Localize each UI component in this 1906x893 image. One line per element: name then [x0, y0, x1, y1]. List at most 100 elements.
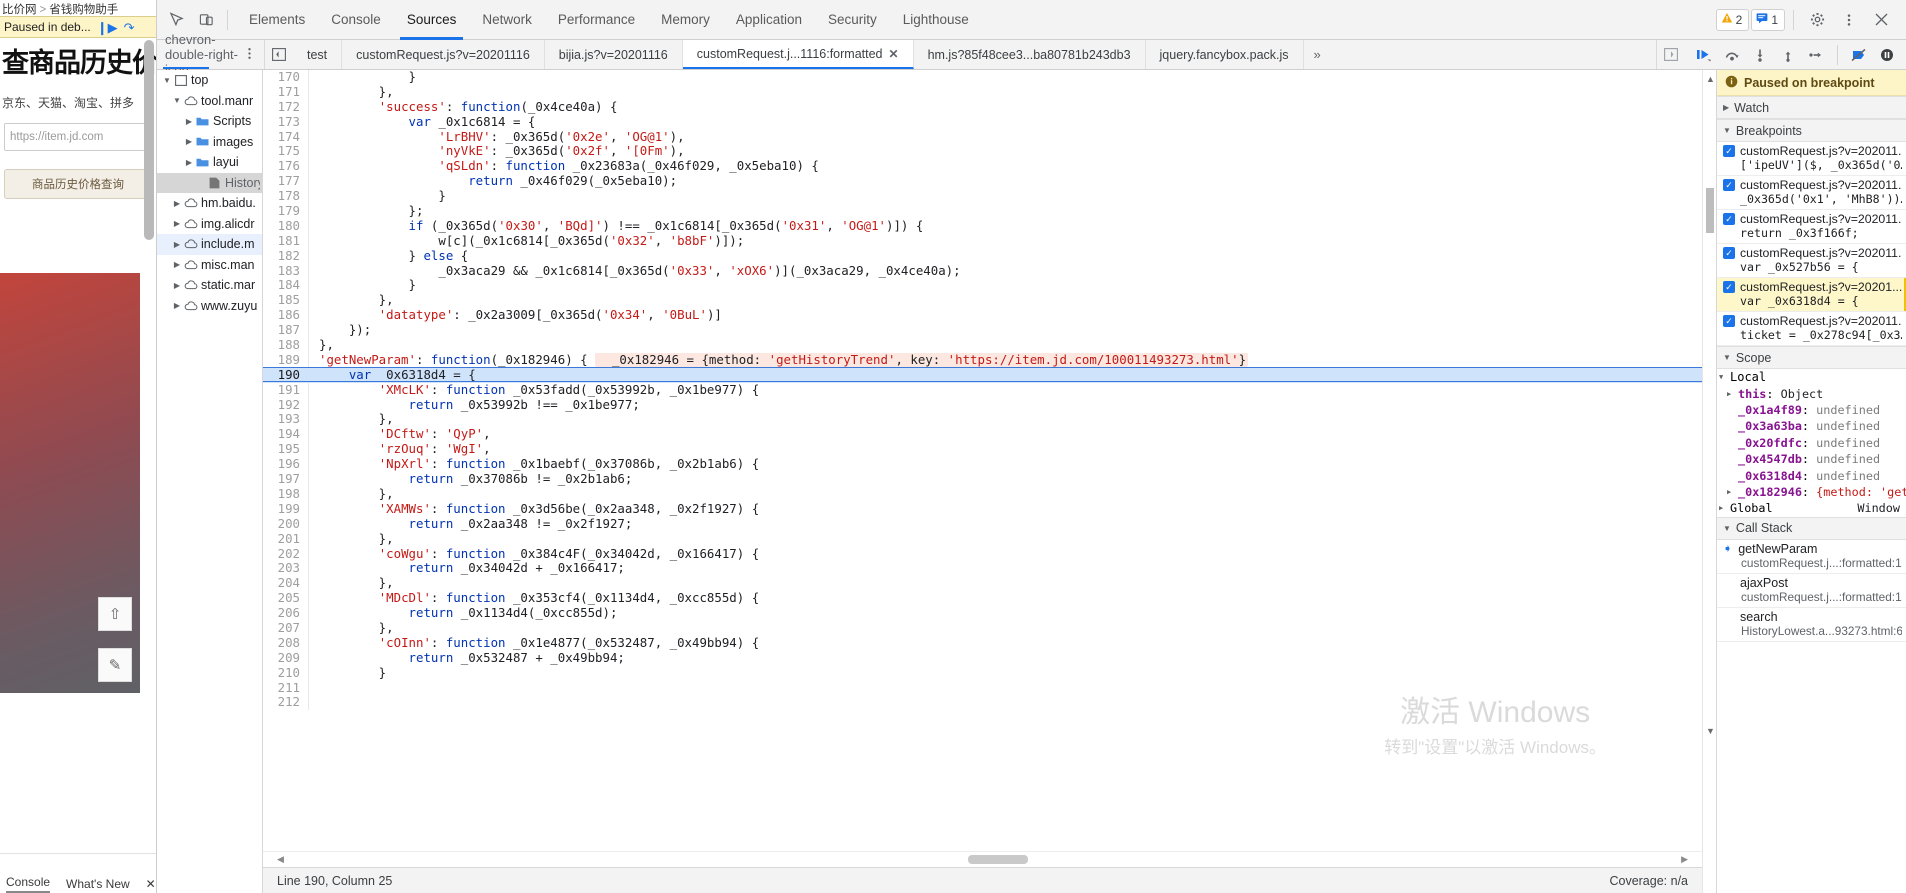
tree-item-static-mar[interactable]: ▶ static.mar — [157, 275, 262, 296]
scope-variable-row[interactable]: _0x6318d4: undefined — [1717, 467, 1906, 483]
line-number[interactable]: 187 — [263, 322, 309, 339]
tree-item-include-m[interactable]: ▶ include.m — [157, 234, 262, 255]
line-number[interactable]: 181 — [263, 233, 309, 249]
code-line[interactable]: 211 — [263, 680, 1702, 696]
tab-lighthouse[interactable]: Lighthouse — [890, 0, 982, 40]
code-line[interactable]: 202 'coWgu': function _0x384c4F(_0x34042… — [263, 546, 1702, 562]
file-tab-customrequest-formatted[interactable]: customRequest.j...1116:formatted ✕ — [682, 40, 914, 69]
line-number[interactable]: 195 — [263, 441, 309, 458]
line-number[interactable]: 186 — [263, 307, 309, 324]
tab-console[interactable]: Console — [318, 0, 394, 40]
scope-variable-row[interactable]: _0x20fdfc: undefined — [1717, 435, 1906, 451]
scope-variable-row[interactable]: _0x4547db: undefined — [1717, 451, 1906, 467]
line-number[interactable]: 179 — [263, 203, 309, 219]
line-content[interactable]: }; — [309, 204, 1702, 219]
call-stack-frame[interactable]: ➧ getNewParam customRequest.j...:formatted… — [1717, 540, 1906, 574]
line-number[interactable]: 175 — [263, 144, 309, 160]
file-navigator-tree[interactable]: ▼ top ▼ tool.manr ▶ Scripts ▶ images ▶ l… — [157, 70, 263, 893]
file-tab-bijia[interactable]: bijia.js?v=20201116 — [545, 40, 683, 69]
chevron-right-icon[interactable]: ▶ — [1719, 504, 1730, 512]
code-line[interactable]: 180 if (_0x365d('0x30', 'BQd]') !== _0x1… — [263, 218, 1702, 234]
breakpoint-item[interactable]: ✓ customRequest.js?v=20201... var _0x6318d… — [1717, 278, 1906, 312]
line-number[interactable]: 189 — [263, 352, 309, 368]
tree-item-top[interactable]: ▼ top — [157, 70, 262, 91]
line-content[interactable]: }, — [309, 293, 1702, 308]
toggle-debugger-sidebar-icon[interactable] — [1657, 48, 1685, 61]
code-line[interactable]: 210 } — [263, 665, 1702, 681]
line-content[interactable]: 'nyVkE': _0x365d('0x2f', '[0Fm'), — [309, 144, 1702, 159]
code-line[interactable]: 173 var _0x1c6814 = { — [263, 114, 1702, 130]
line-number[interactable]: 171 — [263, 84, 309, 100]
line-content[interactable]: }, — [309, 532, 1702, 547]
line-content[interactable]: return _0x2aa348 != _0x2f1927; — [309, 517, 1702, 532]
line-number[interactable]: 188 — [263, 337, 309, 353]
line-content[interactable]: _0x3aca29 && _0x1c6814[_0x365d('0x33', '… — [309, 264, 1702, 279]
breakpoint-item[interactable]: ✓ customRequest.js?v=202011... ['ipeUV']($… — [1717, 142, 1906, 176]
line-content[interactable]: } — [309, 70, 1702, 85]
tab-memory[interactable]: Memory — [648, 0, 723, 40]
line-content[interactable]: 'rzOuq': 'WgI', — [309, 442, 1702, 457]
tree-item-images[interactable]: ▶ images — [157, 132, 262, 153]
line-content[interactable]: 'qSLdn': function _0x23683a(_0x46f029, _… — [309, 159, 1702, 174]
call-stack-frame[interactable]: ajaxPost customRequest.j...:formatted:150 — [1717, 574, 1906, 608]
tree-item-layui[interactable]: ▶ layui — [157, 152, 262, 173]
line-number[interactable]: 203 — [263, 560, 309, 577]
resume-script-execution-icon[interactable] — [1691, 43, 1717, 67]
step-into-next-function-call-icon[interactable] — [1747, 43, 1773, 67]
line-number[interactable]: 197 — [263, 471, 309, 487]
device-toolbar-icon[interactable] — [191, 6, 221, 34]
file-tabs-overflow-icon[interactable]: » — [1304, 40, 1331, 69]
line-content[interactable]: 'XMcLK': function _0x53fadd(_0x53992b, _… — [309, 383, 1702, 398]
chevron-down-icon[interactable]: ▼ — [1723, 524, 1731, 533]
code-line[interactable]: 199 'XAMWs': function _0x3d56be(_0x2aa34… — [263, 501, 1702, 517]
line-content[interactable]: 'MDcDl': function _0x353cf4(_0x1134d4, _… — [309, 591, 1702, 606]
feedback-pencil-button[interactable]: ✎ — [98, 648, 132, 682]
scroll-down-arrow[interactable]: ▼ — [1706, 726, 1715, 736]
page-vertical-scrollbar[interactable] — [144, 40, 154, 240]
line-content[interactable]: 'coWgu': function _0x384c4F(_0x34042d, _… — [309, 547, 1702, 562]
twisty-icon[interactable]: ▼ — [171, 96, 183, 105]
file-tab-hm[interactable]: hm.js?85f48cee3...ba80781b243db3 — [914, 40, 1146, 69]
editor-scroll-left-arrow[interactable]: ◀ — [277, 854, 284, 865]
code-line[interactable]: 206 return _0x1134d4(_0xcc855d); — [263, 605, 1702, 621]
line-number[interactable]: 183 — [263, 263, 309, 279]
code-line[interactable]: 197 return _0x37086b != _0x2b1ab6; — [263, 471, 1702, 487]
step-over-next-function-call-icon[interactable] — [1719, 43, 1745, 67]
scroll-to-top-button[interactable]: ⇧ — [98, 597, 132, 631]
expand-icon[interactable]: ▶ — [1727, 390, 1738, 398]
line-number[interactable]: 176 — [263, 158, 309, 175]
code-line[interactable]: 203 return _0x34042d + _0x166417; — [263, 560, 1702, 577]
resume-overlay-icon[interactable]: ❙▶ — [97, 21, 118, 34]
tree-item-www-zuyu[interactable]: ▶ www.zuyu — [157, 296, 262, 317]
scroll-up-arrow[interactable]: ▲ — [1706, 74, 1715, 84]
line-number[interactable]: 194 — [263, 426, 309, 443]
line-number[interactable]: 199 — [263, 501, 309, 517]
watch-section-header[interactable]: ▶ Watch — [1717, 96, 1906, 119]
code-line[interactable]: 184 } — [263, 278, 1702, 294]
editor-horizontal-scrollbar[interactable]: ◀ ▶ — [263, 851, 1702, 867]
code-line[interactable]: 179 }; — [263, 203, 1702, 219]
code-lines[interactable]: 170 } 171 }, 172 'success': function(_0x4c… — [263, 70, 1702, 711]
tree-item-scripts[interactable]: ▶ Scripts — [157, 111, 262, 132]
line-number[interactable]: 182 — [263, 248, 309, 264]
drawer-tab-console[interactable]: Console — [6, 875, 51, 893]
line-number[interactable]: 208 — [263, 635, 309, 651]
scope-variable-row[interactable]: _0x1a4f89: undefined — [1717, 402, 1906, 418]
line-content[interactable]: var _0x1c6814 = { — [309, 115, 1702, 130]
line-content[interactable]: 'NpXrl': function _0x1baebf(_0x37086b, _… — [309, 457, 1702, 472]
line-content[interactable]: if (_0x365d('0x30', 'BQd]') !== _0x1c681… — [309, 219, 1702, 234]
drawer-tab-whatsnew[interactable]: What's New — [66, 877, 130, 891]
line-content[interactable]: 'cOInn': function _0x1e4877(_0x532487, _… — [309, 636, 1702, 651]
tree-item-img-alicdn[interactable]: ▶ img.alicdr — [157, 214, 262, 235]
line-number[interactable]: 212 — [263, 695, 309, 711]
code-line[interactable]: 209 return _0x532487 + _0x49bb94; — [263, 650, 1702, 666]
twisty-icon[interactable]: ▶ — [183, 137, 195, 146]
twisty-icon[interactable]: ▶ — [183, 158, 195, 167]
code-line[interactable]: 201 }, — [263, 531, 1702, 547]
line-content[interactable]: }, — [309, 412, 1702, 427]
line-content[interactable] — [309, 681, 1702, 696]
line-number[interactable]: 202 — [263, 546, 309, 562]
twisty-icon[interactable]: ▶ — [183, 117, 195, 126]
line-content[interactable]: w[c](_0x1c6814[_0x365d('0x32', 'b8bF')])… — [309, 234, 1702, 249]
breakpoint-checkbox[interactable]: ✓ — [1723, 145, 1735, 157]
